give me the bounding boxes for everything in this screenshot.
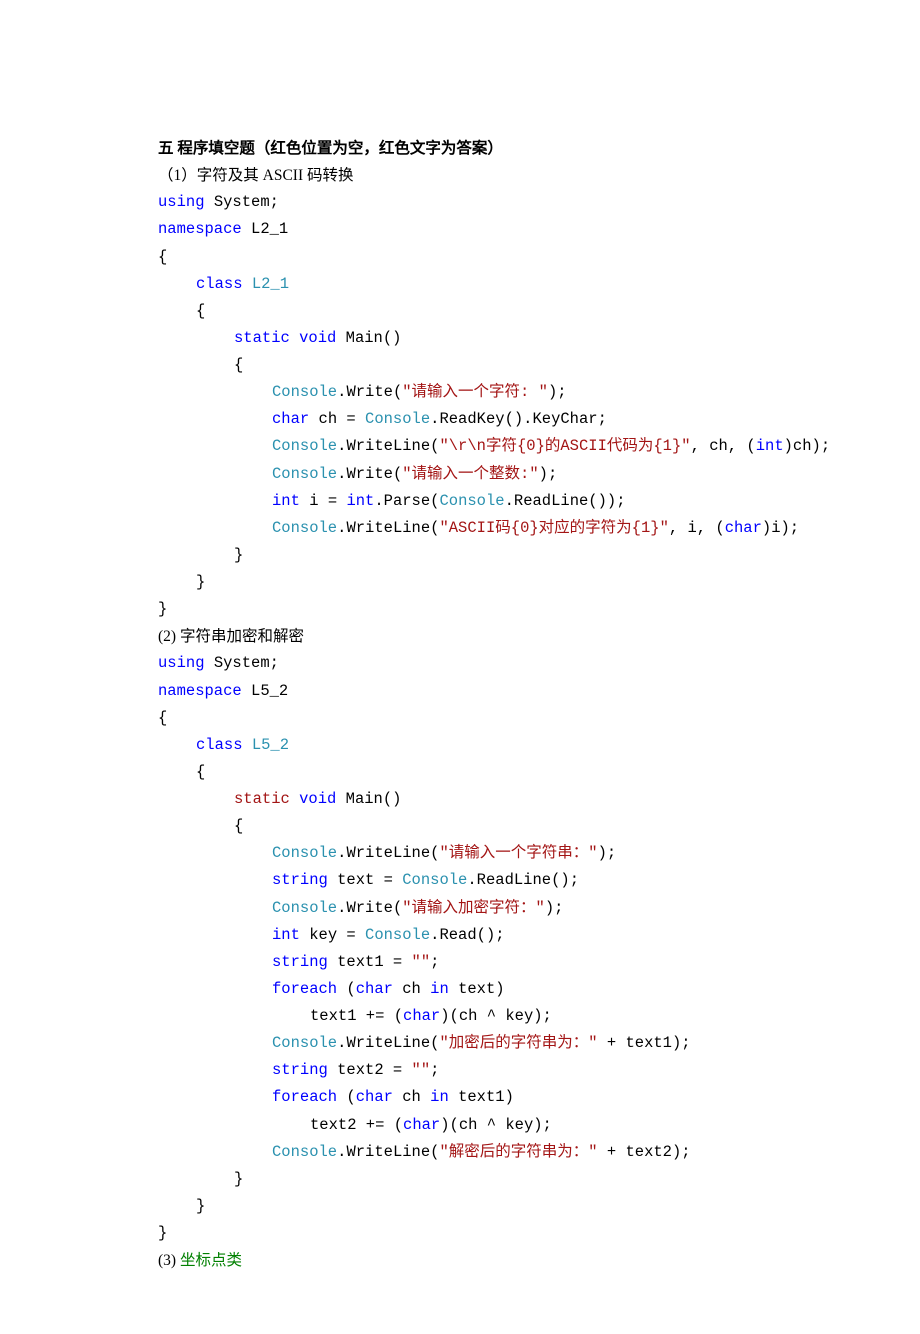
code-line: Console.WriteLine("加密后的字符串为：" + text1); <box>158 1030 770 1057</box>
code-line: Console.Write("请输入一个字符: "); <box>158 379 770 406</box>
code-line: Console.WriteLine("请输入一个字符串："); <box>158 840 770 867</box>
code-line: } <box>158 1193 770 1220</box>
code-line: foreach (char ch in text1) <box>158 1084 770 1111</box>
code-line: text1 += (char)(ch ^ key); <box>158 1003 770 1030</box>
code-line: string text = Console.ReadLine(); <box>158 867 770 894</box>
code-line: text2 += (char)(ch ^ key); <box>158 1112 770 1139</box>
code-line: class L2_1 <box>158 271 770 298</box>
subsection-1-heading: （1）字符及其 ASCII 码转换 <box>158 162 770 189</box>
code-line: string text2 = ""; <box>158 1057 770 1084</box>
code-line: namespace L5_2 <box>158 678 770 705</box>
section-title: 五 程序填空题（红色位置为空，红色文字为答案） <box>158 135 770 162</box>
code-line: namespace L2_1 <box>158 216 770 243</box>
code-line: using System; <box>158 189 770 216</box>
code-line: static void Main() <box>158 325 770 352</box>
code-line: { <box>158 813 770 840</box>
code-line: foreach (char ch in text) <box>158 976 770 1003</box>
code-line: { <box>158 705 770 732</box>
code-line: using System; <box>158 650 770 677</box>
code-line: Console.WriteLine("解密后的字符串为：" + text2); <box>158 1139 770 1166</box>
code-line: Console.WriteLine("\r\n字符{0}的ASCII代码为{1}… <box>158 433 770 460</box>
code-line: { <box>158 352 770 379</box>
code-line: } <box>158 542 770 569</box>
code-line: { <box>158 759 770 786</box>
code-line: int key = Console.Read(); <box>158 922 770 949</box>
code-line: static void Main() <box>158 786 770 813</box>
subsection-2-heading: (2) 字符串加密和解密 <box>158 623 770 650</box>
code-line: Console.Write("请输入加密字符："); <box>158 895 770 922</box>
code-line: int i = int.Parse(Console.ReadLine()); <box>158 488 770 515</box>
code-line: } <box>158 1166 770 1193</box>
code-line: char ch = Console.ReadKey().KeyChar; <box>158 406 770 433</box>
subsection-3-heading: (3) 坐标点类 <box>158 1247 770 1274</box>
code-line: } <box>158 1220 770 1247</box>
code-line: { <box>158 298 770 325</box>
code-line: Console.WriteLine("ASCII码{0}对应的字符为{1}", … <box>158 515 770 542</box>
document-page: 五 程序填空题（红色位置为空，红色文字为答案） （1）字符及其 ASCII 码转… <box>0 0 920 1334</box>
code-line: class L5_2 <box>158 732 770 759</box>
code-line: { <box>158 244 770 271</box>
code-line: } <box>158 596 770 623</box>
code-line: } <box>158 569 770 596</box>
code-line: string text1 = ""; <box>158 949 770 976</box>
code-line: Console.Write("请输入一个整数:"); <box>158 461 770 488</box>
